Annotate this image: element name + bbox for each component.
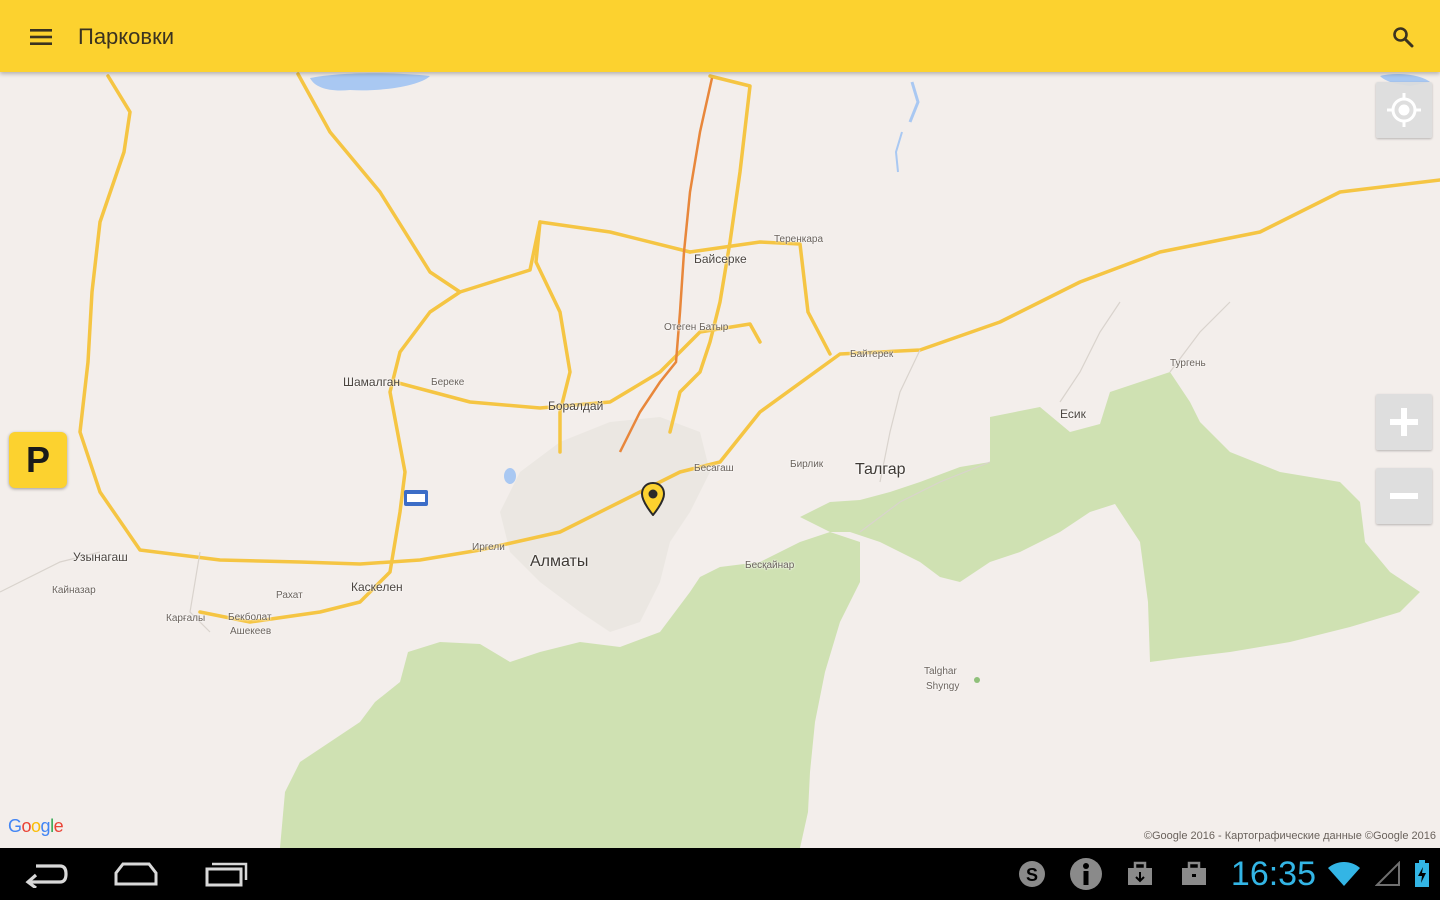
map-canvas: [0, 72, 1440, 848]
map-place-label: Байсерке: [694, 252, 747, 266]
map-place-label: Рахат: [276, 590, 303, 601]
map-place-label: Бесагаш: [694, 463, 734, 474]
app-root: Парковки Байсерке Теренкара Отеген Батыр…: [0, 0, 1440, 900]
status-clock: 16:35: [1230, 854, 1316, 893]
map-place-label: Береке: [431, 377, 465, 388]
map-place-label: Отеген Батыр: [664, 322, 729, 333]
map-place-label: Бекболат: [228, 612, 272, 623]
signal-icon: [1368, 854, 1408, 894]
svg-text:S: S: [1026, 865, 1038, 885]
wifi-icon: [1324, 854, 1364, 894]
parking-button[interactable]: P: [9, 432, 67, 488]
zoom-in-button[interactable]: [1376, 394, 1432, 450]
page-title: Парковки: [78, 24, 174, 49]
info-icon: [1066, 854, 1106, 894]
home-icon: [114, 862, 158, 886]
map-place-label: Теренкара: [774, 234, 824, 245]
skype-icon: S: [1012, 854, 1052, 894]
recent-apps-button[interactable]: [196, 854, 256, 894]
map-place-label: Иргели: [472, 542, 505, 553]
plus-icon: [1390, 408, 1418, 436]
google-logo: Google: [8, 816, 64, 836]
briefcase-download-icon: [1120, 854, 1160, 894]
map-place-label: Алматы: [530, 553, 589, 570]
map-place-label: Бесқайнар: [745, 560, 795, 571]
map-place-label: Талгар: [855, 461, 906, 478]
map-place-label: Shyngy: [926, 681, 960, 692]
parking-marker-icon[interactable]: [640, 482, 666, 516]
status-area: S 16:35: [1005, 848, 1440, 900]
map-place-label: Узынагаш: [73, 550, 128, 564]
map-place-label: Ашекеев: [230, 626, 272, 637]
recent-apps-icon: [205, 862, 248, 887]
parking-label: P: [25, 439, 50, 480]
map-place-label: Байтерек: [850, 349, 894, 360]
hamburger-icon: [30, 29, 52, 45]
back-icon: [25, 864, 68, 888]
app-toolbar: Парковки: [0, 0, 1440, 72]
map-place-label: Боралдай: [548, 399, 604, 413]
map-place-label: Бирлик: [790, 459, 824, 470]
map-place-label: Есик: [1060, 407, 1086, 421]
minus-icon: [1390, 493, 1418, 499]
briefcase-icon: [1174, 854, 1214, 894]
my-location-button[interactable]: [1376, 82, 1432, 138]
back-button[interactable]: [16, 854, 76, 894]
map-place-label: Шамалган: [343, 375, 401, 389]
home-button[interactable]: [106, 854, 166, 894]
menu-button[interactable]: [20, 16, 62, 58]
map-place-label: Кайназар: [52, 585, 96, 596]
map-copyright: ©Google 2016 - Картографические данные ©…: [1143, 830, 1436, 842]
map-view[interactable]: Байсерке Теренкара Отеген Батыр Байтерек Тур…: [0, 72, 1440, 848]
system-navbar: S 16:35: [0, 848, 1440, 900]
map-place-label: Каскелен: [351, 580, 403, 594]
crosshair-icon: [1387, 93, 1421, 127]
map-place-label: Talghar: [924, 666, 957, 677]
search-button[interactable]: [1382, 16, 1424, 58]
map-place-label: Тургень: [1170, 358, 1206, 369]
battery-icon: [1410, 854, 1434, 894]
zoom-out-button[interactable]: [1376, 468, 1432, 524]
search-icon: [1393, 27, 1414, 48]
map-place-label: Карғалы: [166, 613, 206, 624]
